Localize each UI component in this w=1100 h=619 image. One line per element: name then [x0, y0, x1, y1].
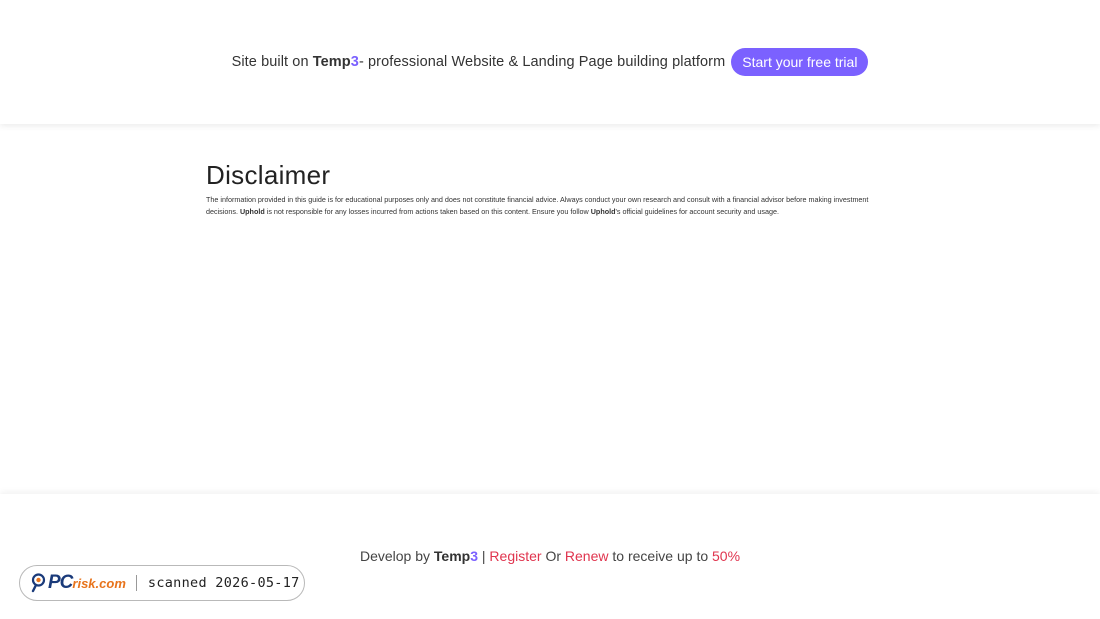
footer-promo-line: Develop by Temp3 | Register Or Renew to …	[0, 548, 1100, 564]
promo-text: Site built on Temp3- professional Websit…	[232, 54, 726, 70]
promo-topbar: Site built on Temp3- professional Websit…	[0, 0, 1100, 124]
start-free-trial-button[interactable]: Start your free trial	[731, 48, 869, 76]
footer-develop-prefix: Develop by	[359, 548, 434, 564]
promo-prefix: Site built on	[231, 54, 313, 70]
pcrisk-logo-risk: risk.com	[72, 575, 126, 591]
footer-or: Or	[541, 548, 565, 564]
footer-brand-digit: 3	[470, 548, 478, 564]
pcrisk-logo-pc: PC	[48, 572, 73, 593]
page-title: Disclaimer	[206, 160, 331, 190]
disclaimer-brand-1: Uphold	[239, 207, 265, 216]
promo-suffix: - professional Website & Landing Page bu…	[358, 54, 726, 70]
disclaimer-text: The information provided in this guide i…	[206, 194, 896, 218]
disclaimer-brand-2: Uphold	[590, 207, 616, 216]
brand-logo[interactable]: Temp3	[313, 54, 359, 70]
magnifier-icon	[31, 573, 46, 593]
footer-brand-logo[interactable]: Temp3	[434, 548, 478, 564]
brand-digit: 3	[350, 54, 359, 70]
badge-divider	[135, 575, 137, 591]
footer-brand-name: Temp	[433, 548, 471, 564]
scan-date-text: scanned 2026-05-17	[147, 575, 300, 591]
footer-separator: |	[478, 548, 490, 564]
discount-value: 50%	[712, 548, 741, 564]
renew-link[interactable]: Renew	[565, 548, 609, 564]
disclaimer-text-part-2: is not responsible for any losses incurr…	[264, 207, 591, 216]
disclaimer-text-part-3: 's official guidelines for account secur…	[615, 207, 779, 216]
register-link[interactable]: Register	[489, 548, 541, 564]
scan-badge: PC risk.com scanned 2026-05-17	[19, 565, 305, 601]
brand-name: Temp	[312, 54, 351, 70]
footer-receive-text: to receive up to	[608, 548, 713, 564]
promo-topbar-inner: Site built on Temp3- professional Websit…	[232, 48, 869, 76]
pcrisk-logo: PC risk.com	[31, 572, 126, 594]
disclaimer-section: Disclaimer The information provided in t…	[206, 160, 896, 218]
